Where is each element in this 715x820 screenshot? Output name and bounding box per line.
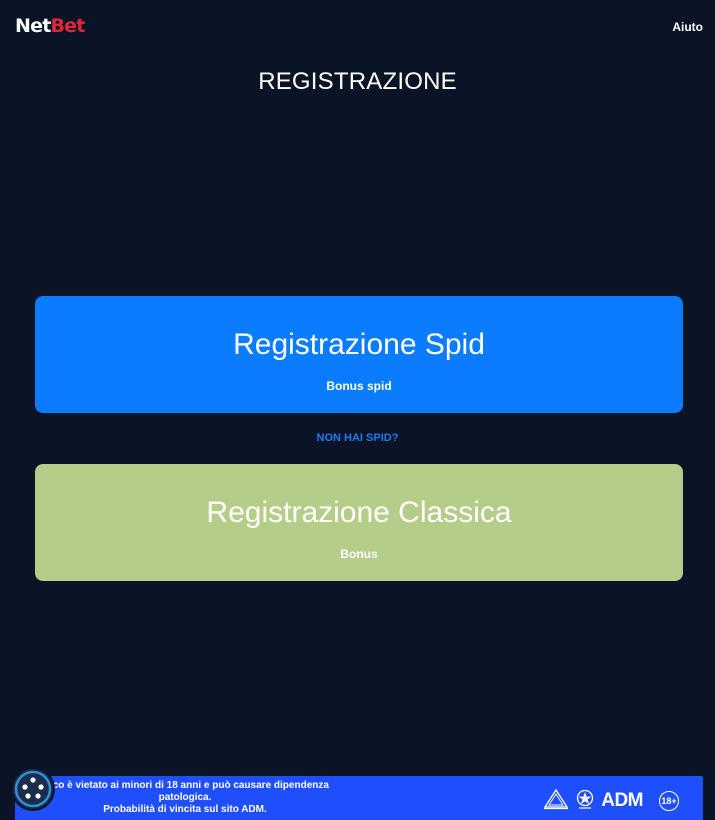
warning-line-3: Probabilità di vincita sul sito ADM.	[103, 804, 267, 815]
help-link[interactable]: Aiuto	[672, 20, 703, 34]
logo-bet: Bet	[50, 15, 85, 37]
top-bar: NetBet Aiuto	[0, 0, 715, 56]
cookie-settings-button[interactable]	[11, 767, 55, 811]
warning-line-1: occo è vietato ai minori di 18 anni e pu…	[41, 780, 329, 791]
spid-card-title: Registrazione Spid	[233, 328, 485, 361]
adm-logos: ADM 18+	[543, 788, 679, 814]
responsible-gaming-banner: occo è vietato ai minori di 18 anni e pu…	[15, 776, 703, 820]
italian-republic-emblem-icon	[575, 788, 595, 815]
logo-net: Net	[15, 15, 51, 37]
age-limit-badge: 18+	[659, 791, 679, 811]
adm-label: ADM	[601, 790, 643, 811]
netbet-logo[interactable]: NetBet	[15, 14, 85, 38]
classic-card-subtitle: Bonus	[340, 547, 378, 561]
warning-line-2: patologica.	[158, 792, 212, 803]
registration-page: NetBet Aiuto REGISTRAZIONE Registrazione…	[0, 0, 715, 820]
no-spid-link[interactable]: NON HAI SPID?	[0, 432, 715, 444]
page-title: REGISTRAZIONE	[258, 68, 457, 95]
spid-card-subtitle: Bonus spid	[326, 379, 392, 393]
gambling-warning: occo è vietato ai minori di 18 anni e pu…	[15, 780, 355, 816]
classic-card-title: Registrazione Classica	[206, 496, 512, 529]
spid-registration-button[interactable]: Registrazione Spid Bonus spid	[35, 296, 683, 413]
adm-emblem-icon	[543, 788, 569, 815]
classic-registration-button[interactable]: Registrazione Classica Bonus	[35, 464, 683, 581]
